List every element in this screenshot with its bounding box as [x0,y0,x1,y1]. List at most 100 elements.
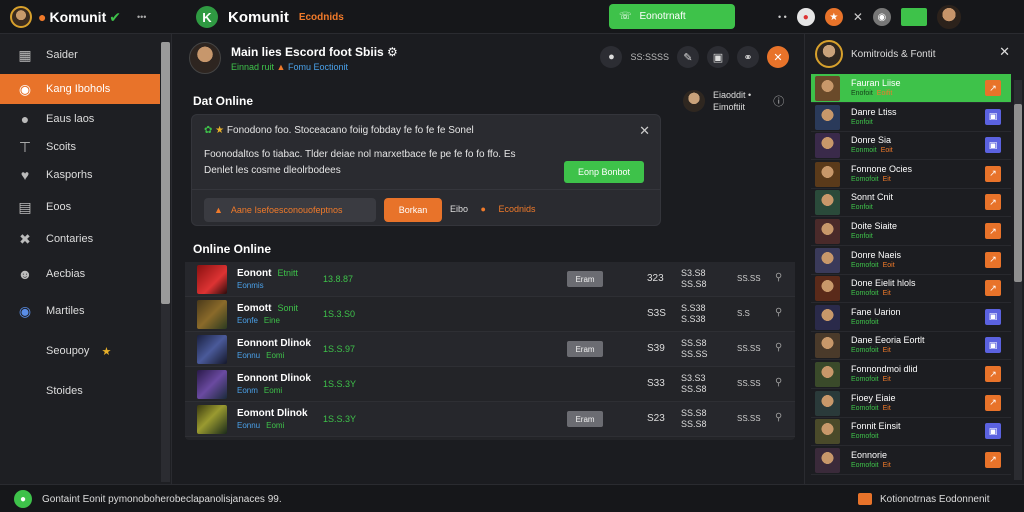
card-line-2: Foonodaltos fo tiabac. Tlder deiae nol m… [204,149,516,160]
row-time: SS.SS [737,379,761,388]
card-dark-button[interactable]: ▲ Aane Isefoesconouofeptnos [204,198,376,222]
member-name: Fonnit Einsit [851,421,901,432]
status-left: ● Gontaint Eonit pymonoboherobeclapanoli… [14,490,282,508]
sidebar-item-10[interactable]: Stoides [0,376,160,406]
member-item[interactable]: Dane Eeoria Eortlt Eomofoit Eit ▣ [811,331,1011,361]
brand-area[interactable]: ● Komunit ✔ ••• [10,6,146,28]
card-footer: ▲ Aane Isefoesconouofeptnos Borkan Eibo … [192,189,660,227]
row-tag[interactable]: Eram [567,341,603,357]
sidebar-item-6[interactable]: ✖ Contaries [0,224,160,254]
user-avatar[interactable] [10,6,32,28]
close-icon[interactable]: ✕ [853,10,863,24]
member-message-icon[interactable]: ▣ [985,423,1001,440]
notification-icon[interactable]: ★ [824,8,843,26]
card-extra[interactable]: Eibo ● Ecodnids [450,204,536,214]
status-right[interactable]: Kotionotrnas Eodonnenit [858,493,990,505]
member-action-icon[interactable]: ↗ [985,80,1001,96]
member-action-icon[interactable]: ↗ [985,194,1001,211]
member-item[interactable]: Fauran Liise Enofoit Eoifit ↗ [811,74,1011,103]
sidebar-item-3[interactable]: ⊤ Scoits [0,132,160,162]
pin-icon[interactable]: ⚲ [775,307,782,318]
sidebar: ▦ Saider ◉ Kang Ibohols ● Eaus laos ⊤ Scoits… [0,34,172,484]
member-message-icon[interactable]: ▣ [985,137,1001,154]
online-user[interactable]: Eiaoddit • Eimoftiit ⓘ [683,90,784,112]
sidebar-item-9[interactable]: Seoupoy ★ [0,336,160,366]
chat-icon[interactable] [900,8,927,26]
member-item[interactable]: Doite Siaite Eonfoit ↗ [811,217,1011,246]
member-item[interactable]: Fonnone Ocies Eomofoit Eit ↗ [811,160,1011,189]
card-action-button[interactable]: Eonp Bonbot [564,161,644,183]
member-item[interactable]: Fonnit Einsit Eomofoit ▣ [811,417,1011,447]
settings-icon[interactable]: ◉ [872,8,891,26]
row-sub: Eonnu Eomi [237,351,285,360]
member-item[interactable]: Fane Uarion Eomofoit ▣ [811,303,1011,332]
pin-icon[interactable]: ⚲ [775,377,782,388]
member-action-icon[interactable]: ↗ [985,366,1001,382]
member-action-icon[interactable]: ↗ [985,223,1001,239]
edit-icon[interactable]: ✎ [677,46,699,68]
member-action-icon[interactable]: ↗ [985,280,1001,297]
member-item[interactable]: Donre Sia Eonmoit Eoit ▣ [811,131,1011,161]
member-status-text: Eomofoit [851,376,879,383]
table-row[interactable]: Eomont Dlinok Eonnu Eomi 1S.S.3Y Eram S23… [185,402,795,437]
panel-avatar[interactable] [815,40,843,68]
table-row[interactable]: Eonnont Dlinok Eonm Eomi 1S.S.3Y S33 S3.S… [185,367,795,402]
table-row[interactable]: Eonont Etnitt Eonmis 13.8.87 Eram 323 S3.… [185,262,795,297]
member-action-icon[interactable]: ↗ [985,394,1001,411]
pin-icon[interactable]: ⚲ [775,272,782,283]
record-icon[interactable]: ● [796,8,815,26]
row-value: 1S.S.97 [323,344,356,354]
share-icon[interactable]: ⚭ [737,46,759,68]
member-status-text: Eomofoit [851,261,879,269]
sidebar-item-1[interactable]: ◉ Kang Ibohols [0,74,160,104]
member-action-icon[interactable]: ↗ [985,165,1001,182]
sidebar-item-2[interactable]: ● Eaus laos [0,104,160,134]
sidebar-item-4[interactable]: ♥ Kasporhs [0,160,160,190]
sidebar-item-7[interactable]: ☻ Aecbias [0,259,160,289]
row-count: S23 [647,413,665,424]
table-row[interactable]: Eomott Sonit Eonfe Eine 1S.3.S0 S3S S.S38 S… [185,297,795,332]
member-item[interactable]: Eonnorie Eomofoit Eit ↗ [811,446,1011,475]
member-avatar [815,190,840,216]
card-close-icon[interactable]: ✕ [639,123,650,139]
brand-name: Komunit [49,9,107,25]
row-time: SS.SS [737,344,761,353]
member-item[interactable]: Sonnt Cnit Eonfoit ↗ [811,188,1011,218]
top-cta-button[interactable]: ☏ Eonotrnaft [609,4,735,29]
member-message-icon[interactable]: ▣ [985,308,1001,325]
member-item[interactable]: Danre Ltiss Eonfoit ▣ [811,103,1011,132]
sidebar-item-0[interactable]: ▦ Saider [0,40,160,70]
info-icon[interactable]: ⓘ [773,93,784,109]
members-scroll-thumb[interactable] [1014,104,1022,282]
member-item[interactable]: Done Eielit hlols Eomofoit Eit ↗ [811,274,1011,304]
member-action-icon[interactable]: ↗ [985,451,1001,468]
lock-icon[interactable]: ▣ [707,46,729,68]
sidebar-item-5[interactable]: ▤ Eoos [0,192,160,222]
pin-icon[interactable]: ⚲ [775,412,782,423]
card-orange-button[interactable]: Borkan [384,198,442,222]
member-avatar [815,419,840,445]
member-item[interactable]: Fioey Eiaie Eomofoit Eit ↗ [811,389,1011,418]
phone-icon: ☏ [619,11,632,22]
row-tag[interactable]: Eram [567,271,603,287]
member-avatar [815,104,840,130]
table-row[interactable]: Eonnont Dlinok Eonnu Eomi 1S.S.97 Eram S3… [185,332,795,367]
sidebar-scroll-thumb[interactable] [161,42,170,304]
sidebar-item-8[interactable]: ◉ Martiles [0,296,160,326]
member-name: Dane Eeoria Eortlt [851,335,925,346]
mic-icon[interactable]: ● [600,46,623,68]
pin-icon[interactable]: ⚲ [775,342,782,353]
row-name: Eonnont Dlinok [237,338,311,349]
member-message-icon[interactable]: ▣ [985,108,1001,125]
close-icon[interactable]: ✕ [767,46,789,68]
online-status-icon[interactable]: ● [14,490,32,508]
row-tag[interactable]: Eram [567,411,603,427]
member-status: Eomofoit Eit [851,176,891,183]
channel-avatar[interactable] [189,42,221,74]
profile-avatar[interactable] [936,5,961,29]
close-icon[interactable]: ✕ [999,44,1010,60]
member-action-icon[interactable]: ↗ [985,251,1001,268]
member-item[interactable]: Fonnondmoi dlid Eomofoit Eit ↗ [811,360,1011,389]
member-message-icon[interactable]: ▣ [985,337,1001,354]
member-item[interactable]: Donre Naeis Eomofoit Eoit ↗ [811,246,1011,275]
